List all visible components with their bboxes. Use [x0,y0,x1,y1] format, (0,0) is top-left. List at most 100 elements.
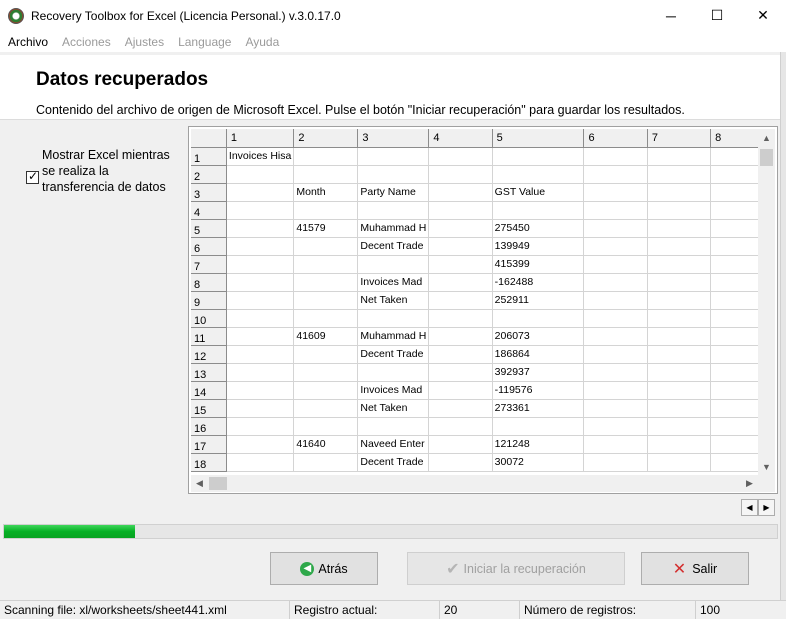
grid-cell[interactable] [428,453,493,472]
grid-cell[interactable] [428,237,493,256]
grid-cell[interactable] [357,165,430,184]
grid-cell[interactable] [226,399,295,418]
grid-cell[interactable]: Invoices Hisa [226,147,295,166]
row-header[interactable]: 9 [191,291,227,310]
grid-cell[interactable] [357,255,430,274]
grid-cell[interactable]: 275450 [492,219,585,238]
grid-cell[interactable] [293,363,359,382]
grid-cell[interactable] [226,417,295,436]
grid-cell[interactable] [293,255,359,274]
grid-cell[interactable]: GST Value [492,183,585,202]
grid-cell[interactable] [710,363,760,382]
grid-cell[interactable]: Net Taken [357,291,430,310]
grid-cell[interactable] [428,309,493,328]
next-sheet-icon[interactable]: ▶ [758,499,775,516]
grid-cell[interactable]: 186864 [492,345,585,364]
grid-cell[interactable]: 206073 [492,327,585,346]
column-header[interactable]: 1 [226,129,295,148]
grid-cell[interactable]: -119576 [492,381,585,400]
grid-cell[interactable] [583,309,648,328]
grid-cell[interactable]: 392937 [492,363,585,382]
grid-cell[interactable] [293,291,359,310]
grid-cell[interactable] [293,237,359,256]
grid-cell[interactable] [357,309,430,328]
grid-cell[interactable]: Muhammad H [357,327,430,346]
row-header[interactable]: 12 [191,345,227,364]
grid-cell[interactable] [293,147,359,166]
grid-cell[interactable] [226,327,295,346]
grid-cell[interactable] [647,327,712,346]
grid-cell[interactable] [226,273,295,292]
grid-cell[interactable] [647,381,712,400]
grid-horizontal-scrollbar[interactable]: ◀ ▶ [191,475,758,492]
row-header[interactable]: 18 [191,453,227,472]
grid-cell[interactable] [428,417,493,436]
grid-cell[interactable] [428,201,493,220]
grid-cell[interactable] [583,273,648,292]
grid-cell[interactable] [583,327,648,346]
grid-cell[interactable] [647,201,712,220]
grid-cell[interactable] [710,237,760,256]
grid-cell[interactable] [293,381,359,400]
grid-cell[interactable]: 41579 [293,219,359,238]
menu-archivo[interactable]: Archivo [8,35,48,49]
grid-cell[interactable] [583,255,648,274]
row-header[interactable]: 2 [191,165,227,184]
grid-vertical-scrollbar[interactable]: ▲ ▼ [758,129,775,475]
grid-cell[interactable]: 41640 [293,435,359,454]
grid-cell[interactable] [647,399,712,418]
grid-cell[interactable] [583,417,648,436]
grid-cell[interactable] [647,165,712,184]
grid-cell[interactable] [357,201,430,220]
grid-cell[interactable]: Decent Trade [357,237,430,256]
row-header[interactable]: 14 [191,381,227,400]
grid-cell[interactable] [428,327,493,346]
grid-cell[interactable] [357,147,430,166]
grid-cell[interactable] [710,147,760,166]
grid-cell[interactable] [583,363,648,382]
row-header[interactable]: 8 [191,273,227,292]
grid-cell[interactable]: Naveed Enter [357,435,430,454]
grid-cell[interactable] [710,165,760,184]
row-header[interactable]: 3 [191,183,227,202]
grid-cell[interactable] [583,435,648,454]
grid-cell[interactable] [583,165,648,184]
grid-cell[interactable] [226,345,295,364]
grid-cell[interactable] [226,219,295,238]
row-header[interactable]: 6 [191,237,227,256]
grid-cell[interactable] [428,147,493,166]
show-excel-checkbox[interactable]: ✓ [26,169,39,184]
column-header[interactable]: 5 [492,129,585,148]
grid-cell[interactable] [428,165,493,184]
grid-cell[interactable] [710,327,760,346]
vertical-scroll-thumb[interactable] [760,149,773,166]
grid-cell[interactable] [710,273,760,292]
grid-cell[interactable] [710,417,760,436]
start-recovery-button[interactable]: ✔ Iniciar la recuperación [407,552,625,585]
grid-cell[interactable]: -162488 [492,273,585,292]
row-header[interactable]: 15 [191,399,227,418]
grid-cell[interactable] [226,291,295,310]
grid-cell[interactable] [293,273,359,292]
grid-cell[interactable] [226,363,295,382]
grid-cell[interactable] [226,453,295,472]
scroll-left-icon[interactable]: ◀ [191,475,208,492]
grid-cell[interactable] [583,201,648,220]
grid-cell[interactable] [647,435,712,454]
back-button[interactable]: ◀ Atrás [270,552,378,585]
close-button[interactable]: ✕ [740,0,786,31]
grid-cell[interactable]: 415399 [492,255,585,274]
grid-cell[interactable] [710,183,760,202]
grid-cell[interactable] [226,435,295,454]
grid-cell[interactable] [647,183,712,202]
column-header[interactable]: 7 [647,129,712,148]
menu-language[interactable]: Language [178,35,231,49]
grid-cell[interactable]: 139949 [492,237,585,256]
grid-cell[interactable] [710,201,760,220]
row-header[interactable]: 16 [191,417,227,436]
grid-cell[interactable] [492,417,585,436]
grid-cell[interactable] [226,183,295,202]
prev-sheet-icon[interactable]: ◀ [741,499,758,516]
grid-cell[interactable] [647,255,712,274]
grid-cell[interactable] [357,417,430,436]
